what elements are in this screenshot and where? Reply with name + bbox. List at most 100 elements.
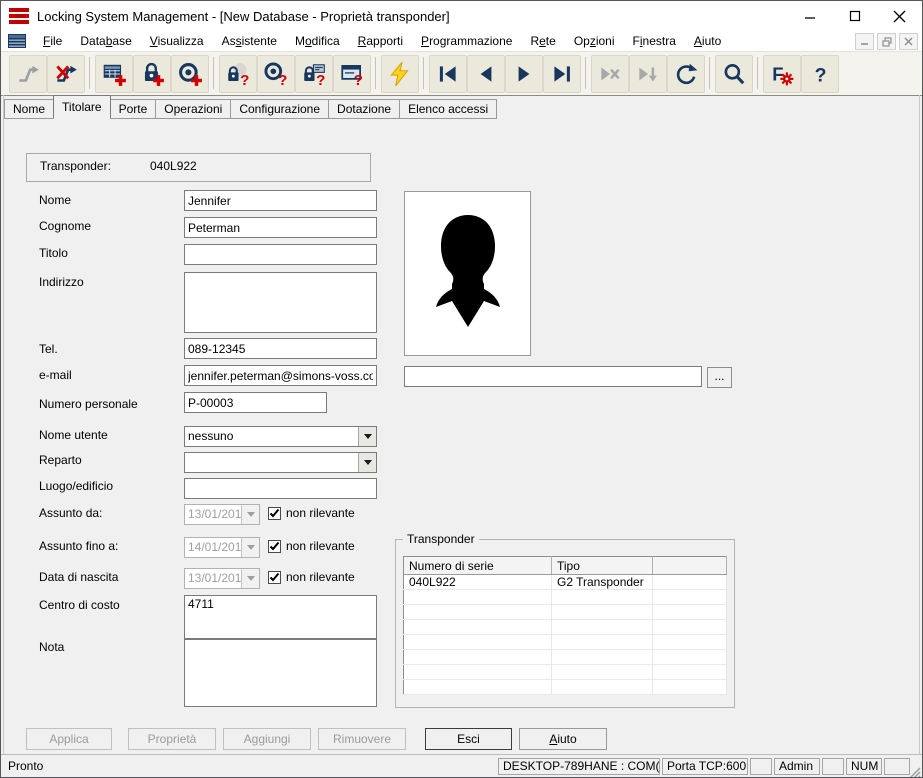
nota-label: Nota <box>39 640 65 654</box>
person-silhouette <box>435 214 500 327</box>
tab-porte[interactable]: Porte <box>110 99 157 119</box>
help-button[interactable]: ? <box>801 55 839 93</box>
disconnect-button[interactable] <box>47 55 85 93</box>
menu-visualizza[interactable]: Visualizza <box>141 31 213 51</box>
cognome-field[interactable] <box>184 217 377 238</box>
menu-programmazione[interactable]: Programmazione <box>412 31 521 51</box>
assunto-fino-dropdown-button[interactable] <box>241 538 259 557</box>
col-extra[interactable] <box>652 556 727 575</box>
tel-field[interactable] <box>184 338 377 359</box>
last-record-button[interactable] <box>543 55 581 93</box>
search-button[interactable] <box>715 55 753 93</box>
assunto-da-dropdown-button[interactable] <box>241 505 259 524</box>
applica-button[interactable]: Applica <box>26 728 112 750</box>
tab-configurazione[interactable]: Configurazione <box>231 99 330 119</box>
menu-file[interactable]: File <box>34 31 71 51</box>
check-icon <box>269 541 280 551</box>
aiuto-button[interactable]: Aiuto <box>519 728 607 750</box>
nome-field[interactable] <box>184 190 377 211</box>
tab-dotazione[interactable]: Dotazione <box>329 99 401 119</box>
titolo-field[interactable] <box>184 244 377 265</box>
proprieta-button[interactable]: Proprietà <box>128 728 216 750</box>
first-record-button[interactable] <box>429 55 467 93</box>
titolo-label: Titolo <box>39 246 68 260</box>
data-nascita-label: Data di nascita <box>39 570 119 584</box>
data-nascita-non-rilevante-checkbox[interactable] <box>268 571 281 584</box>
menu-assistente[interactable]: Assistente <box>213 31 286 51</box>
luogo-field[interactable] <box>184 478 377 499</box>
first-record-icon <box>439 66 456 82</box>
table-row[interactable]: 040L922 G2 Transponder <box>403 574 727 590</box>
table-row-empty <box>403 604 727 620</box>
browse-photo-button[interactable]: ... <box>707 367 732 388</box>
assunto-fino-date-picker[interactable]: 14/01/201 <box>184 537 260 558</box>
tab-titolare[interactable]: Titolare <box>53 95 111 119</box>
menu-rapporti[interactable]: Rapporti <box>349 31 412 51</box>
esci-button[interactable]: Esci <box>425 728 512 750</box>
cell-serial: 040L922 <box>403 574 552 590</box>
svg-text:?: ? <box>354 72 363 87</box>
assunto-da-checkbox-label[interactable]: non rilevante <box>286 506 355 520</box>
read-lock-button[interactable]: ? <box>219 55 257 93</box>
new-lock-button[interactable] <box>133 55 171 93</box>
read-g1-lock-button[interactable]: ? <box>295 55 333 93</box>
col-numero-di-serie[interactable]: Numero di serie <box>403 556 552 575</box>
mdi-restore-button[interactable] <box>877 33 896 50</box>
col-tipo[interactable]: Tipo <box>551 556 653 575</box>
aggiungi-button[interactable]: Aggiungi <box>223 728 311 750</box>
email-field[interactable] <box>184 365 377 386</box>
program-button[interactable] <box>381 55 419 93</box>
assunto-fino-checkbox-label[interactable]: non rilevante <box>286 539 355 553</box>
reparto-select[interactable] <box>184 452 377 473</box>
connect-button[interactable] <box>9 55 47 93</box>
new-locking-system-button[interactable] <box>95 55 133 93</box>
close-button[interactable] <box>877 1 922 31</box>
photo-path-field[interactable] <box>404 366 702 387</box>
skip-to-end-button[interactable] <box>629 55 667 93</box>
nota-field[interactable] <box>184 639 377 707</box>
refresh-button[interactable] <box>667 55 705 93</box>
tab-elenco-accessi[interactable]: Elenco accessi <box>400 99 498 119</box>
svg-text:F: F <box>772 64 783 85</box>
photo-frame <box>404 191 531 356</box>
menu-database[interactable]: Database <box>71 31 140 51</box>
minimize-button[interactable] <box>787 1 832 31</box>
mdi-child-icon <box>8 34 26 48</box>
assunto-da-date-picker[interactable]: 13/01/201 <box>184 504 260 525</box>
data-nascita-checkbox-label[interactable]: non rilevante <box>286 570 355 584</box>
centro-costo-field[interactable]: 4711 <box>184 595 377 639</box>
indirizzo-field[interactable] <box>184 272 377 333</box>
read-transponder-button[interactable]: ? <box>257 55 295 93</box>
data-nascita-dropdown-button[interactable] <box>241 569 259 588</box>
data-nascita-date-picker[interactable]: 13/01/201 <box>184 568 260 589</box>
filter-settings-icon: F <box>772 64 794 86</box>
menu-rete[interactable]: Rete <box>521 31 564 51</box>
nome-utente-select[interactable]: nessuno <box>184 426 377 447</box>
skip-deactivated-button[interactable] <box>591 55 629 93</box>
menu-bar: File Database Visualizza Assistente Modi… <box>1 31 922 52</box>
reparto-dropdown-button[interactable] <box>358 453 376 472</box>
menu-modifica[interactable]: Modifica <box>286 31 349 51</box>
previous-record-button[interactable] <box>467 55 505 93</box>
numero-personale-field[interactable] <box>184 392 327 413</box>
centro-costo-label: Centro di costo <box>39 598 120 612</box>
tab-nome[interactable]: Nome <box>4 99 55 119</box>
mdi-minimize-button[interactable] <box>855 33 874 50</box>
resize-grip[interactable] <box>907 765 921 778</box>
next-record-button[interactable] <box>505 55 543 93</box>
menu-opzioni[interactable]: Opzioni <box>565 31 624 51</box>
menu-aiuto[interactable]: Aiuto <box>685 31 730 51</box>
assunto-da-non-rilevante-checkbox[interactable] <box>268 507 281 520</box>
read-network-button[interactable]: ? <box>333 55 371 93</box>
rimuovere-button[interactable]: Rimuovere <box>318 728 406 750</box>
maximize-button[interactable] <box>832 1 877 31</box>
assunto-fino-non-rilevante-checkbox[interactable] <box>268 540 281 553</box>
mdi-close-button[interactable] <box>899 33 918 50</box>
menu-finestra[interactable]: Finestra <box>624 31 685 51</box>
svg-text:?: ? <box>278 72 287 87</box>
nome-utente-dropdown-button[interactable] <box>358 427 376 446</box>
title-bar: Locking System Management - [New Databas… <box>1 1 922 31</box>
new-transponder-button[interactable] <box>171 55 209 93</box>
filter-settings-button[interactable]: F <box>763 55 801 93</box>
tab-operazioni[interactable]: Operazioni <box>156 99 232 119</box>
